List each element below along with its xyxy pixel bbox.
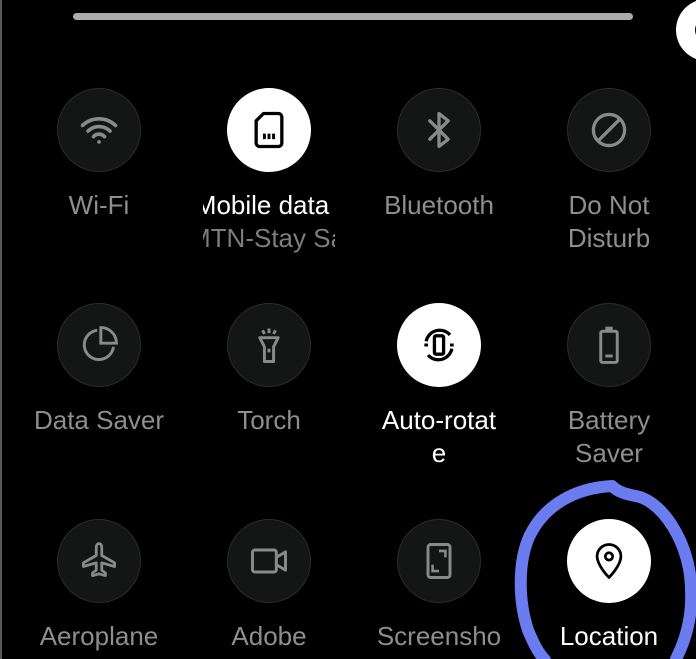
tile-label: Torch [237, 405, 301, 435]
tile-bluetooth[interactable]: Bluetooth [354, 88, 524, 222]
tile-label-line2: Saver [575, 438, 643, 468]
tile-sublabel: MTN-Stay Safe [203, 223, 335, 253]
location-toggle[interactable] [567, 519, 651, 603]
tile-battery-saver[interactable]: Battery Saver [524, 303, 694, 470]
sim-card-icon [254, 111, 284, 149]
tile-label: Wi-Fi [68, 190, 130, 220]
tile-auto-rotate[interactable]: Auto-rotat e [354, 303, 524, 470]
tile-do-not-disturb[interactable]: Do Not Disturb [524, 88, 694, 255]
tile-label: Screensho [376, 621, 502, 651]
tile-label: Bluetooth [384, 190, 494, 220]
battery-saver-toggle[interactable] [567, 303, 651, 387]
data-saver-icon [82, 326, 118, 362]
brightness-slider[interactable] [73, 0, 696, 61]
tile-label: Location [559, 621, 659, 651]
auto-rotate-toggle[interactable] [397, 303, 481, 387]
wifi-icon [80, 117, 118, 144]
bluetooth-toggle[interactable] [397, 88, 481, 172]
data-saver-toggle[interactable] [57, 303, 141, 387]
tile-aeroplane[interactable]: Aeroplane [14, 519, 184, 653]
tile-label: Mobile data [203, 190, 330, 220]
tile-mobile-data[interactable]: Mobile data MTN-Stay Safe [184, 88, 354, 255]
tile-location[interactable]: Location [524, 519, 694, 653]
tile-label-line2: Disturb [567, 223, 651, 253]
torch-icon [258, 328, 280, 363]
battery-icon [599, 326, 619, 364]
brightness-slider-thumb[interactable] [676, 0, 696, 61]
bluetooth-icon [428, 111, 450, 149]
screen-edge [0, 0, 2, 659]
tile-label: Auto-rotat [381, 405, 497, 435]
screenshot-toggle[interactable] [397, 519, 481, 603]
tile-adobe[interactable]: Adobe [184, 519, 354, 653]
tile-data-saver[interactable]: Data Saver [14, 303, 184, 437]
mobile-data-toggle[interactable] [227, 88, 311, 172]
tile-wifi[interactable]: Wi-Fi [14, 88, 184, 222]
location-pin-icon [595, 543, 623, 579]
torch-toggle[interactable] [227, 303, 311, 387]
tile-label: Do Not [568, 190, 650, 220]
tile-label: Aeroplane [39, 621, 159, 651]
adobe-toggle[interactable] [227, 519, 311, 603]
do-not-disturb-icon [591, 112, 627, 148]
tile-torch[interactable]: Torch [184, 303, 354, 437]
aeroplane-toggle[interactable] [57, 519, 141, 603]
aeroplane-icon [82, 542, 116, 578]
wifi-toggle[interactable] [57, 88, 141, 172]
tile-screenshot[interactable]: Screensho [354, 519, 524, 653]
do-not-disturb-toggle[interactable] [567, 88, 651, 172]
video-camera-icon [251, 548, 287, 574]
tile-label: Adobe [231, 621, 307, 651]
tile-label: Data Saver [33, 405, 165, 435]
tile-label-line2: e [431, 438, 447, 468]
tile-label: Battery [567, 405, 651, 435]
screenshot-icon [426, 543, 452, 579]
auto-rotate-icon [424, 328, 454, 362]
